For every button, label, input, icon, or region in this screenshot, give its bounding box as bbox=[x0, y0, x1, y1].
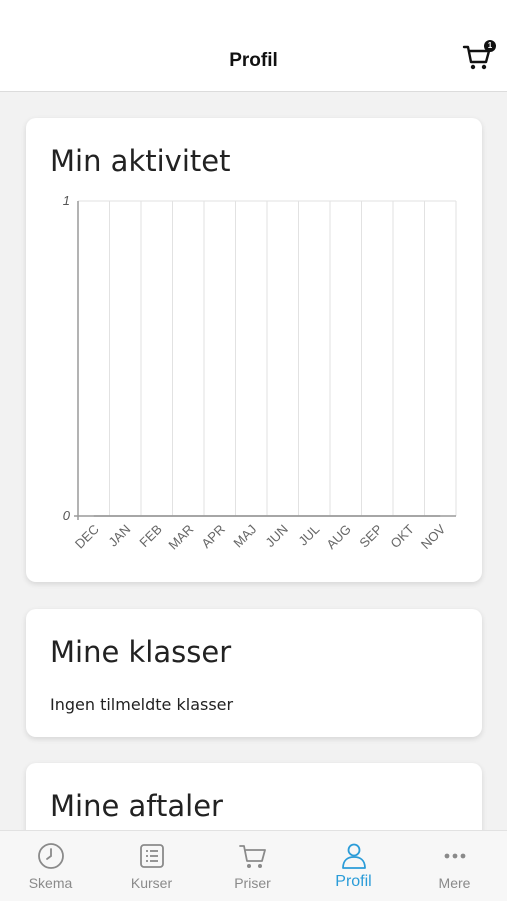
x-tick-label: MAJ bbox=[230, 522, 259, 551]
x-tick-label: OKT bbox=[387, 521, 417, 551]
cart-icon bbox=[239, 845, 266, 868]
clock-icon bbox=[38, 843, 64, 869]
app-header: Profil 1 bbox=[0, 0, 507, 92]
list-icon bbox=[140, 844, 164, 868]
tab-profil[interactable]: Profil bbox=[303, 831, 404, 901]
y-tick-label: 1 bbox=[63, 193, 70, 208]
tab-label: Kurser bbox=[130, 875, 173, 891]
tab-skema[interactable]: Skema bbox=[0, 831, 101, 901]
tab-label: Mere bbox=[438, 875, 471, 891]
x-tick-label: MAR bbox=[165, 522, 196, 553]
y-tick-label: 0 bbox=[63, 508, 71, 523]
cart-button[interactable]: 1 bbox=[462, 40, 496, 74]
appointments-title: Mine aftaler bbox=[50, 789, 223, 823]
x-tick-label: SEP bbox=[356, 522, 385, 551]
classes-title: Mine klasser bbox=[50, 635, 232, 669]
tab-label: Skema bbox=[28, 875, 73, 891]
tab-label: Priser bbox=[234, 875, 271, 891]
x-tick-label: NOV bbox=[418, 521, 449, 552]
tab-priser[interactable]: Priser bbox=[202, 831, 303, 901]
activity-card: Min aktivitet 1 0 DEC JAN FEB MAR APR MAJ JUN JUL… bbox=[26, 118, 482, 582]
classes-empty-text: Ingen tilmeldte klasser bbox=[50, 695, 234, 714]
x-tick-label: FEB bbox=[136, 522, 164, 550]
classes-card: Mine klasser Ingen tilmeldte klasser bbox=[26, 609, 482, 737]
activity-chart: 1 0DEC JAN FEB MAR APR MAJ JUN JUL AUG SEP OKT NOV bbox=[63, 193, 457, 553]
user-icon bbox=[342, 843, 366, 869]
cart-count-badge: 1 bbox=[484, 40, 496, 52]
x-tick-label: JUN bbox=[262, 522, 290, 550]
bottom-tab-bar: Skema Kurser Priser Profil Mere bbox=[0, 830, 507, 901]
x-tick-label: DEC bbox=[72, 522, 102, 552]
page-title: Profil bbox=[229, 50, 278, 71]
x-tick-label: JAN bbox=[105, 522, 133, 550]
tab-mere[interactable]: Mere bbox=[404, 831, 505, 901]
x-tick-label: JUL bbox=[295, 522, 322, 549]
more-icon bbox=[444, 853, 466, 859]
tab-label: Profil bbox=[335, 873, 372, 890]
tab-kurser[interactable]: Kurser bbox=[101, 831, 202, 901]
x-tick-label: AUG bbox=[323, 522, 354, 553]
x-tick-label: APR bbox=[198, 522, 228, 552]
